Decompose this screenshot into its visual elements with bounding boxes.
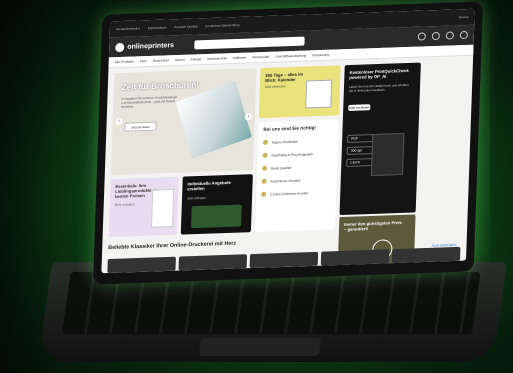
favorites-icon[interactable]	[431, 31, 440, 41]
pqc-text: Laden Sie Ihre Druckdatei hoch und erhal…	[348, 82, 409, 93]
topbar-item: Kostenlose Datenprüfung	[205, 22, 240, 29]
badge-dpi: 300 dpi	[346, 146, 373, 155]
factory-icon	[262, 139, 269, 145]
offers-card[interactable]: Individuelle Angebote erstellen Jetzt an…	[180, 174, 253, 235]
pqc-badges: PDF 300 dpi CMYK	[346, 134, 374, 167]
logo-icon	[115, 42, 125, 52]
essentials-card[interactable]: Essentials: Ihre Lieblingsprodukte zu be…	[108, 176, 179, 238]
brochure-image	[175, 80, 252, 159]
price-guarantee-title: Immer den günstigsten Preis – garantiert…	[343, 219, 402, 232]
browser-screen: Versandkostenfrei Expressdruck Premium-Q…	[101, 8, 475, 274]
scene-background: Versandkostenfrei Expressdruck Premium-Q…	[0, 0, 513, 373]
list-item: Nachhaltig & Recyclingpapier	[262, 151, 313, 158]
product-tile[interactable]	[320, 249, 390, 266]
leaf-icon	[262, 152, 268, 158]
account-icon[interactable]	[417, 32, 426, 41]
brand-logo[interactable]: onlineprinters	[115, 41, 174, 52]
list-item: 5,0 Mio zufriedene Kunden	[261, 190, 312, 197]
product-strip	[107, 246, 461, 274]
product-tile[interactable]	[249, 251, 319, 269]
list-item: Kostenloser Versand	[261, 177, 313, 184]
cart-icon[interactable]	[459, 30, 469, 40]
badge-pdf: PDF	[347, 134, 374, 143]
nav-item[interactable]: Geschäftsausstattung	[275, 54, 306, 59]
topbar-item: Versandkostenfrei	[115, 26, 141, 32]
laptop-lid: Versandkostenfrei Expressdruck Premium-Q…	[92, 1, 484, 285]
hero-banner[interactable]: Zeit für Broschüren! Im Angebot: Broschü…	[110, 68, 257, 176]
nav-item[interactable]: Alle Produkte	[115, 60, 134, 65]
calendar-card[interactable]: 365 Tage – alles im Blick: Kalender Jetz…	[258, 65, 341, 119]
offers-title: Individuelle Angebote erstellen	[187, 179, 232, 192]
offers-link[interactable]: Jetzt anfragen	[187, 196, 206, 201]
nav-item[interactable]: Werbetechnik	[207, 56, 227, 61]
topbar-item: Expressdruck	[147, 25, 167, 31]
star-icon	[261, 191, 267, 197]
help-icon[interactable]	[445, 31, 455, 40]
brand-name: onlineprinters	[127, 41, 175, 51]
nav-item[interactable]: Karten	[175, 58, 185, 62]
section-title: Beliebte Klassiker Ihrer Online-Druckere…	[108, 240, 237, 252]
truck-icon	[261, 178, 267, 184]
product-tile[interactable]	[391, 246, 461, 264]
nav-item[interactable]: Aufkleber	[233, 56, 247, 60]
essentials-image	[150, 188, 175, 228]
quality-icon	[262, 165, 268, 171]
laptop: Versandkostenfrei Expressdruck Premium-Q…	[0, 0, 513, 373]
hero-button[interactable]: Jetzt bestellen	[124, 121, 157, 132]
search-input[interactable]	[193, 36, 305, 49]
prev-arrow-icon[interactable]: ‹	[115, 117, 123, 126]
hero-title: Zeit für Broschüren!	[121, 80, 200, 92]
topbar-item: Premium-Qualität	[174, 24, 198, 30]
phone-image	[370, 132, 405, 177]
printquickcheck-card[interactable]: Kostenloser PrintQuickCheck powered by O…	[339, 62, 421, 216]
hero-text: Im Angebot: Broschüren, Produktkataloge …	[121, 94, 178, 109]
product-tile[interactable]	[178, 254, 248, 271]
next-arrow-icon[interactable]: ›	[244, 113, 253, 121]
calendar-link[interactable]: Jetzt entdecken	[265, 84, 286, 89]
why-title: Bei uns sind Sie richtig!	[263, 125, 316, 132]
why-us-card: Bei uns sind Sie richtig! Eigene Produkt…	[254, 119, 339, 232]
nav-item[interactable]: Plakate	[191, 57, 202, 61]
badge-cmyk: CMYK	[346, 158, 373, 167]
nav-item[interactable]: Werbemittel	[252, 55, 269, 60]
list-item: Eigene Produktion	[262, 138, 314, 145]
service-link[interactable]: Service	[458, 15, 468, 19]
offers-image	[190, 204, 242, 229]
nav-item[interactable]: Flyer	[140, 59, 147, 63]
why-list: Eigene Produktion Nachhaltig & Recycling…	[261, 138, 314, 205]
header-icons	[417, 30, 469, 41]
essentials-link[interactable]: Mehr anzeigen	[115, 202, 135, 207]
nav-item[interactable]: Broschüren	[153, 58, 169, 63]
calendar-image	[305, 79, 333, 109]
product-tile[interactable]	[107, 256, 176, 274]
trackpad[interactable]	[198, 338, 322, 356]
calendar-title: 365 Tage – alles im Blick: Kalender	[265, 71, 304, 83]
pqc-title: Kostenloser PrintQuickCheck powered by O…	[349, 67, 409, 80]
pqc-button[interactable]: Jetzt hochladen	[348, 104, 371, 111]
nav-item[interactable]: Verpackung	[312, 53, 329, 58]
list-item: Beste Qualität	[262, 164, 313, 171]
